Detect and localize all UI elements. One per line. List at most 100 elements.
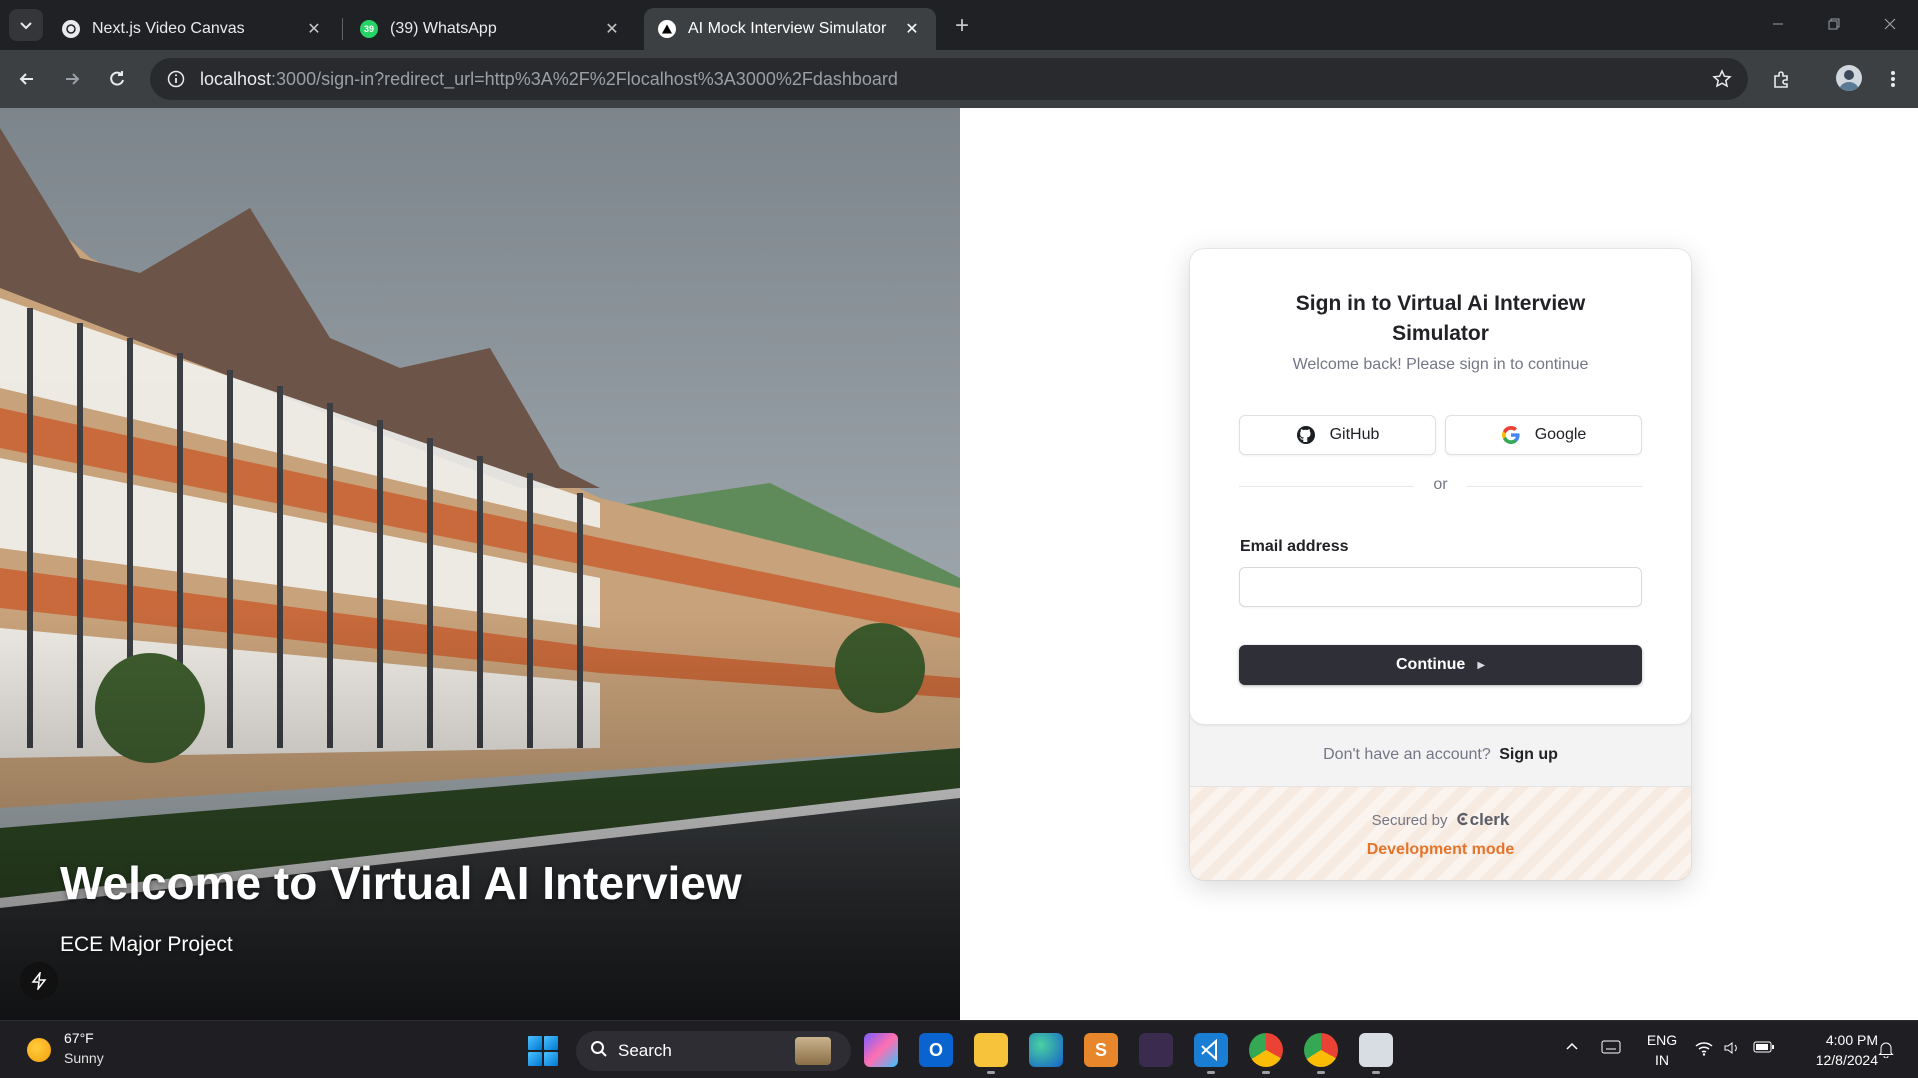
running-indicator (1207, 1071, 1215, 1074)
tab-title: Next.js Video Canvas (92, 20, 245, 37)
start-tile (528, 1052, 542, 1066)
divider-line-right (1467, 486, 1642, 487)
back-arrow-icon (19, 73, 33, 85)
running-indicator (1372, 1071, 1380, 1074)
address-bar[interactable]: localhost:3000/sign-in?redirect_url=http… (150, 58, 1748, 100)
tab-ai-mock-interview[interactable]: AI Mock Interview Simulator ✕ (644, 8, 936, 50)
secured-by-clerk: Secured by clerk (1190, 810, 1691, 830)
profile-avatar[interactable] (1836, 65, 1862, 91)
close-tab-icon[interactable]: ✕ (602, 19, 622, 39)
chrome-app-icon[interactable] (1249, 1033, 1283, 1067)
sunny-weather-icon[interactable] (27, 1038, 51, 1062)
battery-icon[interactable] (1752, 1040, 1776, 1054)
no-account-text: Don't have an account? (1323, 746, 1491, 763)
browser-menu-icon[interactable] (1876, 62, 1910, 96)
hero-title: Welcome to Virtual AI Interview (60, 857, 742, 909)
ai-app-icon[interactable] (1139, 1033, 1173, 1067)
forward-button[interactable] (55, 62, 89, 96)
tab-whatsapp[interactable]: 39 (39) WhatsApp ✕ (346, 8, 636, 50)
tab-nextjs-video-canvas[interactable]: Next.js Video Canvas ✕ (48, 8, 338, 50)
close-tab-icon[interactable]: ✕ (902, 19, 922, 39)
clerk-logo[interactable]: clerk (1456, 810, 1510, 829)
bookmark-star-icon[interactable] (1710, 67, 1734, 91)
development-mode-banner (1190, 787, 1691, 880)
search-icon (590, 1040, 608, 1063)
show-hidden-icons-chevron-icon[interactable] (1560, 1040, 1584, 1054)
close-tab-icon[interactable]: ✕ (304, 19, 324, 39)
new-tab-button[interactable]: + (948, 12, 976, 40)
tab-search-button[interactable] (9, 9, 43, 41)
restore-icon[interactable] (1820, 12, 1848, 36)
file-explorer-app-icon[interactable] (974, 1033, 1008, 1067)
sign-in-card: Sign in to Virtual Ai Interview Simulato… (1190, 249, 1691, 880)
github-sign-in-button[interactable]: GitHub (1239, 415, 1436, 455)
url-path: :3000/sign-in?redirect_url=http%3A%2F%2F… (271, 68, 898, 89)
lightning-bolt-icon (31, 972, 47, 990)
email-field[interactable] (1239, 567, 1642, 607)
sign-in-title: Sign in to Virtual Ai Interview Simulato… (1295, 292, 1586, 345)
outlook-app-icon[interactable]: O (919, 1033, 953, 1067)
secured-by-text: Secured by (1371, 812, 1448, 829)
chrome-profile-app-icon[interactable] (1304, 1033, 1338, 1067)
google-button-label: Google (1534, 426, 1587, 443)
or-divider-text: or (1433, 476, 1448, 493)
continue-button-label: Continue (1395, 656, 1466, 673)
weather-temperature[interactable]: 67°F (64, 1030, 94, 1046)
hero-subtitle: ECE Major Project (60, 933, 233, 956)
tab-title: (39) WhatsApp (390, 20, 497, 37)
tab-title: AI Mock Interview Simulator (688, 20, 887, 37)
region-code: IN (1655, 1052, 1669, 1068)
close-window-icon[interactable] (1876, 12, 1904, 36)
url-text: localhost:3000/sign-in?redirect_url=http… (200, 69, 898, 90)
development-mode-label: Development mode (1366, 841, 1515, 858)
input-language[interactable]: ENG IN (1644, 1030, 1680, 1070)
sublime-text-app-icon[interactable]: S (1084, 1033, 1118, 1067)
copilot-app-icon[interactable] (864, 1033, 898, 1067)
taskbar-search[interactable]: Search (576, 1031, 851, 1071)
minimize-icon[interactable] (1764, 12, 1792, 36)
continue-button[interactable]: Continue ▶ (1239, 645, 1642, 685)
windows-start-button[interactable] (528, 1036, 558, 1066)
github-icon (1296, 425, 1316, 445)
language-code: ENG (1646, 1032, 1678, 1048)
vscode-app-icon[interactable] (1194, 1033, 1228, 1067)
tab-divider (342, 18, 343, 40)
hero-photo-panel: Welcome to Virtual AI Interview ECE Majo… (0, 108, 960, 1020)
clerk-brand-text: clerk (1469, 810, 1510, 829)
nextjs-dev-indicator[interactable] (20, 962, 58, 1000)
snipping-tool-app-icon[interactable] (1359, 1033, 1393, 1067)
google-sign-in-button[interactable]: Google (1445, 415, 1642, 455)
forward-arrow-icon (66, 73, 80, 85)
start-tile (544, 1036, 558, 1050)
sign-in-subtitle: Welcome back! Please sign in to continue (1292, 356, 1589, 373)
reload-button[interactable] (100, 62, 134, 96)
search-highlight-image (795, 1037, 831, 1065)
edge-app-icon[interactable] (1029, 1033, 1063, 1067)
url-host: localhost (200, 68, 272, 89)
caret-right-icon: ▶ (1477, 659, 1486, 671)
sign-up-prompt: Don't have an account? Sign up (1190, 746, 1691, 764)
sign-up-link[interactable]: Sign up (1499, 746, 1558, 763)
notification-bell-icon[interactable] (1874, 1040, 1898, 1058)
windows-taskbar (0, 1020, 1918, 1078)
chevron-down-icon (20, 22, 32, 30)
weather-description[interactable]: Sunny (64, 1050, 104, 1066)
openai-favicon-icon (62, 20, 80, 38)
system-clock[interactable]: 4:00 PM 12/8/2024 (1788, 1030, 1878, 1070)
back-button[interactable] (10, 62, 44, 96)
extensions-icon[interactable] (1764, 62, 1798, 96)
whatsapp-favicon-icon: 39 (360, 20, 378, 38)
running-indicator (1317, 1071, 1325, 1074)
tab-strip: Next.js Video Canvas ✕ 39 (39) WhatsApp … (0, 0, 1918, 50)
vercel-favicon-icon (658, 20, 676, 38)
start-tile (544, 1052, 558, 1066)
volume-icon[interactable] (1720, 1040, 1744, 1056)
site-info-icon[interactable] (164, 67, 188, 91)
browser-toolbar: localhost:3000/sign-in?redirect_url=http… (0, 50, 1918, 108)
wifi-icon[interactable] (1692, 1040, 1716, 1056)
running-indicator (987, 1071, 995, 1074)
keyboard-icon[interactable] (1598, 1040, 1624, 1054)
sign-in-card-body: Sign in to Virtual Ai Interview Simulato… (1190, 249, 1691, 724)
search-label: Search (618, 1041, 672, 1060)
email-label: Email address (1240, 538, 1349, 555)
